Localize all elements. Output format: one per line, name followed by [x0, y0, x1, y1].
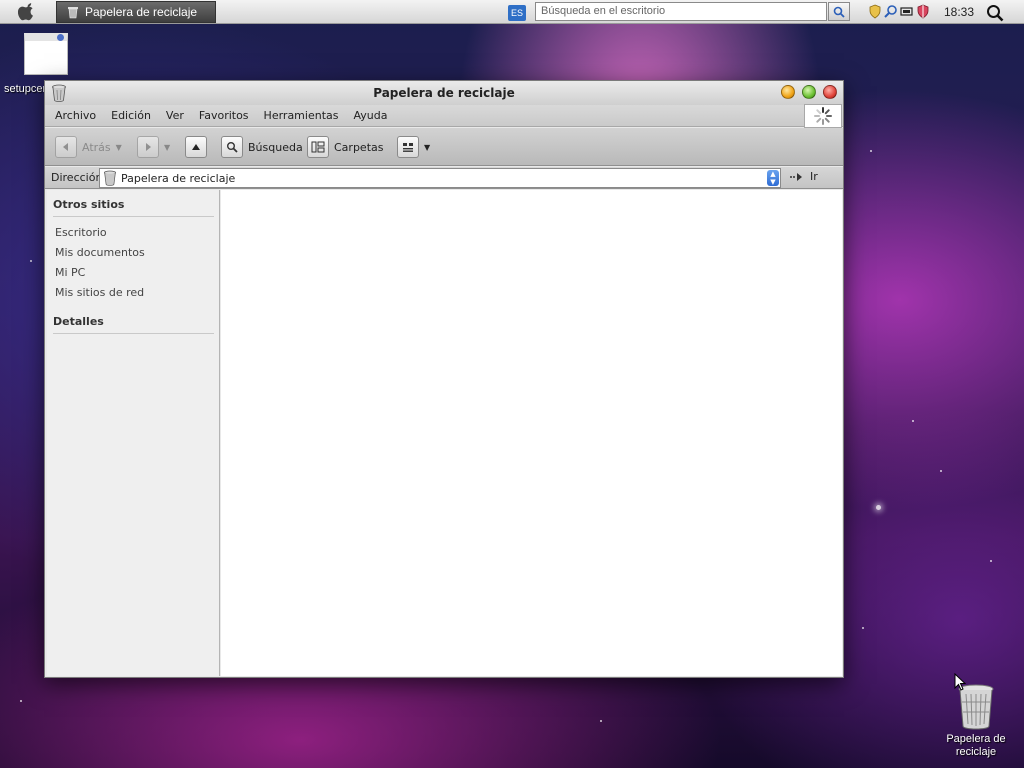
- menu-archivo[interactable]: Archivo: [55, 109, 96, 122]
- maximize-button[interactable]: [802, 85, 816, 99]
- folders-label: Carpetas: [334, 140, 384, 154]
- desktop-search-input[interactable]: Búsqueda en el escritorio: [535, 2, 827, 21]
- views-dropdown-caret-icon[interactable]: ▼: [424, 143, 430, 152]
- forward-dropdown-caret-icon[interactable]: ▼: [164, 143, 170, 152]
- search-icon: [833, 6, 845, 18]
- folders-panel-icon: [307, 136, 329, 158]
- address-value: Papelera de reciclaje: [121, 171, 236, 185]
- system-tray: [868, 4, 930, 19]
- trash-icon: [103, 170, 117, 186]
- menu-ayuda[interactable]: Ayuda: [353, 109, 387, 122]
- desktop-file-icon[interactable]: [24, 33, 68, 75]
- link-mi-pc[interactable]: Mi PC: [55, 266, 85, 279]
- back-label: Atrás: [82, 140, 111, 154]
- shield-icon[interactable]: [868, 4, 882, 19]
- menu-edicion[interactable]: Edición: [111, 109, 151, 122]
- trash-icon: [68, 7, 78, 19]
- activity-throbber: [804, 104, 842, 128]
- magnifier-icon[interactable]: [884, 4, 898, 19]
- search-label: Búsqueda: [248, 140, 303, 154]
- up-folder-button[interactable]: [185, 136, 207, 158]
- address-label: Dirección: [51, 171, 103, 184]
- loading-spinner-icon: [814, 107, 832, 125]
- window-toolbar: Atrás ▼ ▼ Búsqueda Carpetas ▼: [45, 128, 843, 166]
- back-arrow-icon: [55, 136, 77, 158]
- details-heading[interactable]: Detalles: [53, 315, 214, 334]
- other-places-heading[interactable]: Otros sitios: [53, 198, 214, 217]
- apple-icon[interactable]: [18, 3, 36, 21]
- close-button[interactable]: [823, 85, 837, 99]
- back-dropdown-caret-icon[interactable]: ▼: [116, 143, 122, 152]
- go-button[interactable]: Ir: [789, 170, 818, 183]
- view-mode-icon: [397, 136, 419, 158]
- menu-favoritos[interactable]: Favoritos: [199, 109, 249, 122]
- go-arrow-icon: [790, 172, 802, 181]
- address-input[interactable]: Papelera de reciclaje ▲ ▼: [99, 168, 781, 188]
- desktop-file-label: setupcer: [4, 83, 47, 95]
- search-icon: [221, 136, 243, 158]
- top-menu-bar: Papelera de reciclaje ES Búsqueda en el …: [0, 0, 1024, 24]
- window-dot-icon: [57, 34, 64, 41]
- window-menubar: Archivo Edición Ver Favoritos Herramient…: [45, 105, 843, 127]
- recycle-bin-window: Papelera de reciclaje Archivo Edición Ve…: [44, 80, 844, 678]
- window-controls: [781, 85, 837, 99]
- battery-icon[interactable]: [900, 4, 914, 19]
- forward-arrow-icon: [137, 136, 159, 158]
- mouse-cursor-icon: [954, 673, 966, 691]
- back-button[interactable]: Atrás ▼: [55, 136, 122, 158]
- search-button[interactable]: Búsqueda: [221, 136, 303, 158]
- file-list-area[interactable]: [221, 190, 842, 676]
- forward-button[interactable]: ▼: [137, 136, 170, 158]
- language-indicator[interactable]: ES: [508, 5, 526, 21]
- clock[interactable]: 18:33: [944, 5, 974, 19]
- security-shield-icon[interactable]: [916, 4, 930, 19]
- views-button[interactable]: ▼: [397, 136, 430, 158]
- spotlight-search-icon[interactable]: [986, 4, 1004, 22]
- go-label: Ir: [810, 170, 818, 183]
- menu-ver[interactable]: Ver: [166, 109, 184, 122]
- link-escritorio[interactable]: Escritorio: [55, 226, 107, 239]
- trash-icon: [52, 84, 66, 102]
- folders-button[interactable]: Carpetas: [307, 136, 383, 158]
- recycle-bin-label-line2: reciclaje: [955, 746, 997, 758]
- recycle-bin-desktop-label: Papelera de reciclaje: [940, 733, 1012, 759]
- minimize-button[interactable]: [781, 85, 795, 99]
- up-arrow-icon: [185, 136, 207, 158]
- address-bar: Dirección Papelera de reciclaje ▲ ▼ Ir: [45, 167, 843, 189]
- window-titlebar[interactable]: Papelera de reciclaje: [45, 81, 843, 105]
- window-title: Papelera de reciclaje: [373, 86, 515, 100]
- taskbar-window-button[interactable]: Papelera de reciclaje: [56, 1, 216, 23]
- menu-herramientas[interactable]: Herramientas: [264, 109, 339, 122]
- recycle-bin-label-line1: Papelera de: [946, 733, 1006, 745]
- link-mis-sitios-de-red[interactable]: Mis sitios de red: [55, 286, 144, 299]
- desktop-search-button[interactable]: [828, 2, 850, 21]
- link-mis-documentos[interactable]: Mis documentos: [55, 246, 145, 259]
- taskbar-window-label: Papelera de reciclaje: [85, 5, 198, 19]
- address-dropdown-icon[interactable]: ▲ ▼: [767, 170, 779, 186]
- task-pane: Otros sitios Escritorio Mis documentos M…: [47, 190, 220, 676]
